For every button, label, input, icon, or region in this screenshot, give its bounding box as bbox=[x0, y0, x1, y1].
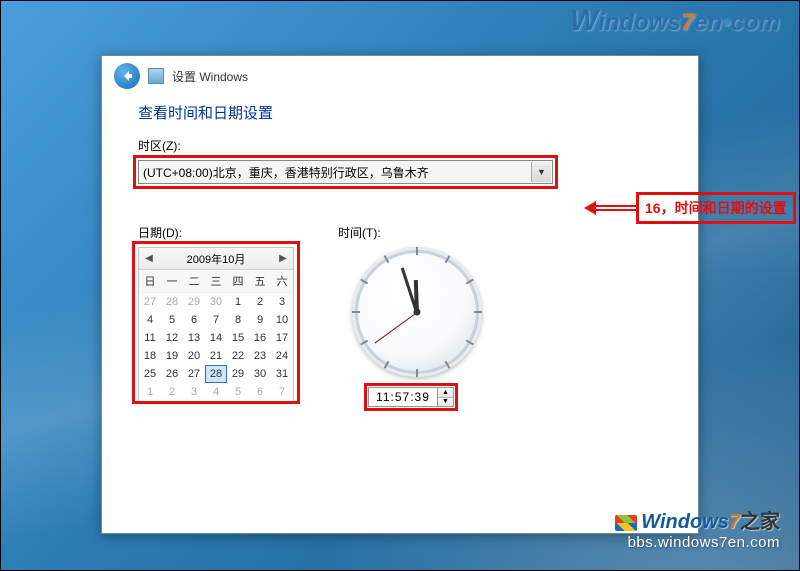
cal-day[interactable]: 29 bbox=[183, 293, 205, 311]
cal-day[interactable]: 6 bbox=[183, 311, 205, 329]
cal-day[interactable]: 29 bbox=[227, 365, 249, 383]
cal-day[interactable]: 3 bbox=[271, 293, 293, 311]
cal-dow: 五 bbox=[249, 270, 271, 293]
date-label: 日期(D): bbox=[138, 224, 294, 241]
cal-day[interactable]: 5 bbox=[161, 311, 183, 329]
second-hand bbox=[375, 312, 418, 343]
dialog-title: 设置 Windows bbox=[172, 68, 248, 85]
cal-dow: 三 bbox=[205, 270, 227, 293]
cal-day[interactable]: 27 bbox=[183, 365, 205, 383]
cal-day[interactable]: 6 bbox=[249, 383, 271, 401]
annotation-callout: 16，时间和日期的设置 bbox=[584, 192, 796, 224]
cal-dow: 六 bbox=[271, 270, 293, 293]
cal-day[interactable]: 18 bbox=[139, 347, 161, 365]
watermark-logo-bottom: Windows7之家 bbs.windows7en.com bbox=[615, 505, 780, 551]
cal-day[interactable]: 17 bbox=[271, 329, 293, 347]
cal-dow: 一 bbox=[161, 270, 183, 293]
setup-dialog: 设置 Windows 查看时间和日期设置 时区(Z): (UTC+08:00)北… bbox=[101, 55, 699, 534]
cal-day[interactable]: 7 bbox=[205, 311, 227, 329]
watermark-logo-top: Windows7en•com bbox=[570, 4, 780, 38]
cal-day[interactable]: 28 bbox=[161, 293, 183, 311]
cal-day[interactable]: 1 bbox=[227, 293, 249, 311]
cal-day[interactable]: 10 bbox=[271, 311, 293, 329]
cal-day[interactable]: 24 bbox=[271, 347, 293, 365]
cal-day[interactable]: 9 bbox=[249, 311, 271, 329]
time-spinner[interactable]: ▲ ▼ bbox=[438, 387, 454, 407]
cal-day[interactable]: 15 bbox=[227, 329, 249, 347]
spinner-up-icon[interactable]: ▲ bbox=[438, 388, 453, 398]
cal-day[interactable]: 13 bbox=[183, 329, 205, 347]
cal-day[interactable]: 20 bbox=[183, 347, 205, 365]
cal-dow: 四 bbox=[227, 270, 249, 293]
cal-day[interactable]: 8 bbox=[227, 311, 249, 329]
back-button[interactable] bbox=[114, 63, 140, 89]
page-heading: 查看时间和日期设置 bbox=[138, 102, 662, 123]
cal-day[interactable]: 2 bbox=[161, 383, 183, 401]
cal-day[interactable]: 22 bbox=[227, 347, 249, 365]
timezone-value: (UTC+08:00)北京，重庆，香港特别行政区，乌鲁木齐 bbox=[143, 164, 429, 181]
cal-dow: 二 bbox=[183, 270, 205, 293]
arrow-left-icon bbox=[584, 205, 636, 211]
timezone-select[interactable]: (UTC+08:00)北京，重庆，香港特别行政区，乌鲁木齐 ▼ bbox=[138, 160, 553, 184]
cal-day[interactable]: 23 bbox=[249, 347, 271, 365]
cal-day[interactable]: 25 bbox=[139, 365, 161, 383]
cal-day[interactable]: 3 bbox=[183, 383, 205, 401]
spinner-down-icon[interactable]: ▼ bbox=[438, 398, 453, 407]
cal-day[interactable]: 27 bbox=[139, 293, 161, 311]
cal-day[interactable]: 4 bbox=[205, 383, 227, 401]
calendar: ◀ 2009年10月 ▶ 日一二三四五六27282930123456789101… bbox=[138, 247, 294, 402]
cal-day[interactable]: 31 bbox=[271, 365, 293, 383]
timezone-label: 时区(Z): bbox=[138, 137, 662, 154]
cal-day[interactable]: 16 bbox=[249, 329, 271, 347]
cal-day[interactable]: 26 bbox=[161, 365, 183, 383]
cal-dow: 日 bbox=[139, 270, 161, 293]
cal-day[interactable]: 19 bbox=[161, 347, 183, 365]
cal-day[interactable]: 4 bbox=[139, 311, 161, 329]
cal-day[interactable]: 1 bbox=[139, 383, 161, 401]
annotation-text: 16，时间和日期的设置 bbox=[636, 192, 796, 224]
cal-day[interactable]: 5 bbox=[227, 383, 249, 401]
analog-clock bbox=[352, 247, 482, 377]
cal-day[interactable]: 7 bbox=[271, 383, 293, 401]
chevron-down-icon: ▼ bbox=[531, 162, 551, 182]
cal-day[interactable]: 14 bbox=[205, 329, 227, 347]
cal-day[interactable]: 21 bbox=[205, 347, 227, 365]
cal-day[interactable]: 28 bbox=[205, 365, 227, 383]
dialog-header: 设置 Windows bbox=[102, 56, 698, 96]
cal-prev-button[interactable]: ◀ bbox=[143, 253, 155, 264]
arrow-left-icon bbox=[120, 69, 134, 83]
cal-day[interactable]: 2 bbox=[249, 293, 271, 311]
app-icon bbox=[148, 68, 164, 84]
cal-next-button[interactable]: ▶ bbox=[277, 253, 289, 264]
time-input[interactable]: 11:57:39 bbox=[368, 387, 438, 407]
cal-day[interactable]: 11 bbox=[139, 329, 161, 347]
cal-day[interactable]: 12 bbox=[161, 329, 183, 347]
cal-month-label: 2009年10月 bbox=[187, 251, 246, 267]
time-label: 时间(T): bbox=[338, 224, 482, 241]
cal-day[interactable]: 30 bbox=[205, 293, 227, 311]
cal-day[interactable]: 30 bbox=[249, 365, 271, 383]
